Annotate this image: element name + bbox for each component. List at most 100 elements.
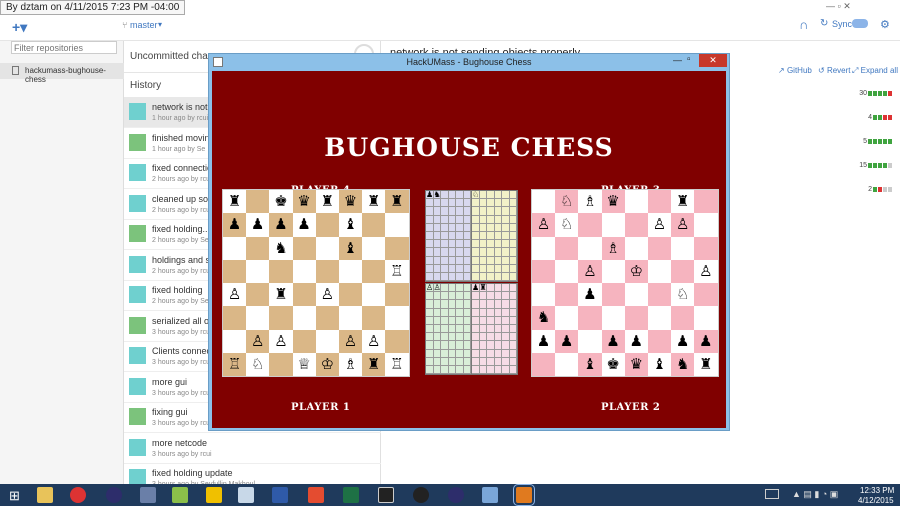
pool-slot[interactable] [441, 308, 449, 317]
add-repo-button[interactable]: +▾ [12, 19, 27, 36]
branch-selector[interactable]: master [130, 20, 158, 30]
pool-slot[interactable] [426, 324, 434, 334]
pool-slot[interactable] [472, 333, 480, 342]
pool-slot[interactable] [509, 324, 517, 334]
pool-slot[interactable] [463, 308, 471, 317]
pool-slot[interactable] [487, 357, 495, 366]
board-square[interactable] [315, 306, 339, 330]
sync-button[interactable]: Sync [832, 19, 852, 29]
pool-slot[interactable] [472, 341, 480, 350]
pool-slot[interactable] [433, 365, 441, 375]
pool-slot[interactable] [487, 248, 495, 257]
board-square[interactable] [292, 329, 316, 353]
board-square[interactable] [647, 306, 672, 330]
pool-slot[interactable] [502, 256, 510, 265]
pool-slot[interactable] [433, 333, 441, 342]
pool-slot[interactable] [433, 264, 441, 273]
pool-slot[interactable] [479, 248, 487, 257]
board-square[interactable] [578, 306, 602, 330]
board-square[interactable] [601, 259, 625, 283]
board-square[interactable] [246, 190, 270, 214]
pool-slot[interactable] [463, 256, 471, 265]
board-square[interactable]: ♛ [292, 190, 316, 214]
pool-slot[interactable] [479, 240, 487, 249]
pool-slot[interactable] [426, 215, 434, 224]
pool-slot[interactable] [426, 264, 434, 273]
board-square[interactable] [578, 329, 602, 353]
notepad-icon[interactable] [238, 487, 254, 503]
pool-slot[interactable] [463, 357, 471, 366]
board-square[interactable] [315, 213, 339, 237]
pool-slot[interactable]: ♙ [433, 284, 441, 293]
github-icon[interactable] [413, 487, 429, 503]
board-square[interactable] [601, 213, 625, 237]
board-square[interactable]: ♘ [555, 213, 579, 237]
pool-slot[interactable] [426, 248, 434, 257]
pool-slot[interactable] [456, 207, 464, 216]
pool-slot[interactable] [479, 349, 487, 358]
pool-slot[interactable] [487, 349, 495, 358]
board-square[interactable]: ♙ [338, 329, 363, 353]
pool-slot[interactable] [448, 199, 456, 208]
pool-slot[interactable] [479, 308, 487, 317]
pool-slot[interactable] [509, 272, 517, 282]
pool-slot[interactable] [456, 215, 464, 224]
board-square[interactable] [223, 306, 247, 330]
revert-button[interactable]: ↺ Revert [818, 66, 851, 75]
pool-slot[interactable] [456, 357, 464, 366]
pool-slot[interactable] [456, 300, 464, 309]
pool-slot[interactable] [494, 264, 502, 273]
pool-slot[interactable] [509, 231, 517, 241]
pool-slot[interactable] [448, 264, 456, 273]
pool-slot[interactable] [509, 223, 517, 232]
repository-item[interactable]: hackumass-bughouse-chess [0, 63, 124, 84]
board-square[interactable] [292, 306, 316, 330]
tray-icons[interactable]: ▲ ▤ ▮ ◔ ▣ [792, 489, 838, 500]
board-square[interactable]: ♟ [246, 213, 270, 237]
pool-slot[interactable] [502, 324, 510, 334]
pool-slot[interactable] [479, 264, 487, 273]
pool-slot[interactable] [448, 292, 456, 301]
board-square[interactable]: ♔ [624, 259, 648, 283]
expand-all-button[interactable]: ⤢ Expand all [852, 66, 898, 76]
network-icon[interactable] [140, 487, 156, 503]
gear-icon[interactable]: ⚙ [880, 18, 890, 31]
board-square[interactable] [315, 259, 339, 283]
board-square[interactable] [624, 283, 648, 307]
pool-slot[interactable] [433, 300, 441, 309]
close-button[interactable]: ✕ [699, 54, 727, 67]
file-explorer-icon[interactable] [37, 487, 53, 503]
pool-slot[interactable] [502, 333, 510, 342]
pool-slot[interactable] [448, 207, 456, 216]
pool-slot[interactable] [426, 231, 434, 241]
window-controls-icon[interactable]: — ▫ ✕ [826, 1, 851, 12]
pool-slot[interactable] [494, 284, 502, 293]
board-square[interactable] [647, 190, 672, 214]
pool-slot[interactable] [456, 240, 464, 249]
board-square[interactable] [671, 259, 695, 283]
board-square[interactable] [385, 306, 409, 330]
board-square[interactable] [532, 283, 556, 307]
pool-slot[interactable] [456, 231, 464, 241]
pool-slot[interactable] [479, 215, 487, 224]
pool-slot[interactable] [487, 284, 495, 293]
board-square[interactable]: ♖ [223, 352, 247, 376]
pool-slot[interactable] [433, 341, 441, 350]
board-square[interactable]: ♙ [246, 329, 270, 353]
paint-icon[interactable] [482, 487, 498, 503]
pool-slot[interactable] [472, 349, 480, 358]
board-square[interactable] [362, 283, 386, 307]
board-square[interactable] [694, 213, 718, 237]
board-square[interactable]: ♙ [578, 259, 602, 283]
pool-slot[interactable] [502, 316, 510, 325]
pool-slot[interactable] [463, 207, 471, 216]
board-square[interactable]: ♙ [315, 283, 339, 307]
pool-slot[interactable] [456, 272, 464, 282]
pool-slot[interactable] [502, 341, 510, 350]
pool-slot[interactable] [448, 284, 456, 293]
pool-slot[interactable] [433, 215, 441, 224]
pool-slot[interactable] [426, 357, 434, 366]
pool-slot[interactable] [487, 333, 495, 342]
pool-slot[interactable] [463, 272, 471, 282]
pool-slot[interactable] [441, 316, 449, 325]
